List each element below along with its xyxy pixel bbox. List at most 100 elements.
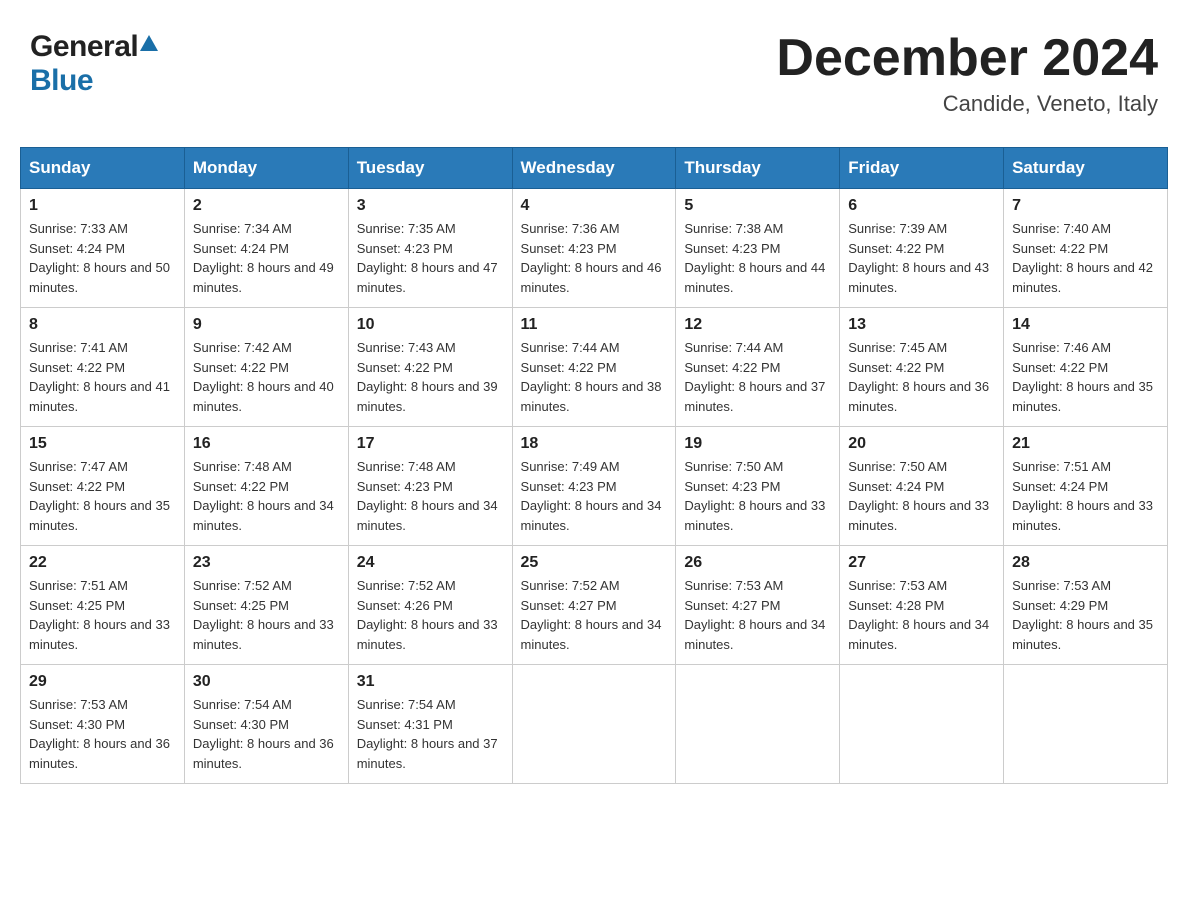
day-info: Sunrise: 7:51 AM Sunset: 4:24 PM Dayligh… [1012, 457, 1159, 535]
daylight-label: Daylight: 8 hours and 41 minutes. [29, 379, 170, 414]
calendar-day-cell: 8 Sunrise: 7:41 AM Sunset: 4:22 PM Dayli… [21, 308, 185, 427]
day-info: Sunrise: 7:52 AM Sunset: 4:25 PM Dayligh… [193, 576, 340, 654]
calendar-table: SundayMondayTuesdayWednesdayThursdayFrid… [20, 147, 1168, 784]
page-header: General Blue December 2024 Candide, Vene… [20, 20, 1168, 127]
calendar-day-cell: 5 Sunrise: 7:38 AM Sunset: 4:23 PM Dayli… [676, 189, 840, 308]
sunrise-label: Sunrise: 7:51 AM [1012, 459, 1111, 474]
daylight-label: Daylight: 8 hours and 35 minutes. [1012, 617, 1153, 652]
sunrise-label: Sunrise: 7:48 AM [193, 459, 292, 474]
daylight-label: Daylight: 8 hours and 35 minutes. [1012, 379, 1153, 414]
calendar-day-cell: 4 Sunrise: 7:36 AM Sunset: 4:23 PM Dayli… [512, 189, 676, 308]
day-info: Sunrise: 7:53 AM Sunset: 4:27 PM Dayligh… [684, 576, 831, 654]
sunset-label: Sunset: 4:22 PM [848, 241, 944, 256]
sunrise-label: Sunrise: 7:47 AM [29, 459, 128, 474]
day-number: 10 [357, 316, 504, 334]
sunrise-label: Sunrise: 7:42 AM [193, 340, 292, 355]
sunrise-label: Sunrise: 7:39 AM [848, 221, 947, 236]
calendar-day-cell: 2 Sunrise: 7:34 AM Sunset: 4:24 PM Dayli… [184, 189, 348, 308]
sunset-label: Sunset: 4:22 PM [29, 360, 125, 375]
day-info: Sunrise: 7:41 AM Sunset: 4:22 PM Dayligh… [29, 338, 176, 416]
calendar-day-cell: 21 Sunrise: 7:51 AM Sunset: 4:24 PM Dayl… [1004, 427, 1168, 546]
calendar-day-cell: 11 Sunrise: 7:44 AM Sunset: 4:22 PM Dayl… [512, 308, 676, 427]
calendar-day-cell: 29 Sunrise: 7:53 AM Sunset: 4:30 PM Dayl… [21, 665, 185, 784]
calendar-body: 1 Sunrise: 7:33 AM Sunset: 4:24 PM Dayli… [21, 189, 1168, 784]
page-title: December 2024 [776, 30, 1158, 87]
day-number: 29 [29, 673, 176, 691]
daylight-label: Daylight: 8 hours and 47 minutes. [357, 260, 498, 295]
daylight-label: Daylight: 8 hours and 34 minutes. [521, 498, 662, 533]
sunset-label: Sunset: 4:22 PM [684, 360, 780, 375]
day-number: 9 [193, 316, 340, 334]
day-info: Sunrise: 7:54 AM Sunset: 4:31 PM Dayligh… [357, 695, 504, 773]
day-number: 15 [29, 435, 176, 453]
day-info: Sunrise: 7:44 AM Sunset: 4:22 PM Dayligh… [521, 338, 668, 416]
calendar-day-cell [840, 665, 1004, 784]
day-info: Sunrise: 7:51 AM Sunset: 4:25 PM Dayligh… [29, 576, 176, 654]
sunrise-label: Sunrise: 7:50 AM [848, 459, 947, 474]
calendar-day-cell: 10 Sunrise: 7:43 AM Sunset: 4:22 PM Dayl… [348, 308, 512, 427]
daylight-label: Daylight: 8 hours and 33 minutes. [1012, 498, 1153, 533]
daylight-label: Daylight: 8 hours and 34 minutes. [357, 498, 498, 533]
day-number: 7 [1012, 197, 1159, 215]
daylight-label: Daylight: 8 hours and 49 minutes. [193, 260, 334, 295]
logo-triangle-icon [140, 33, 158, 56]
sunset-label: Sunset: 4:22 PM [1012, 360, 1108, 375]
daylight-label: Daylight: 8 hours and 34 minutes. [521, 617, 662, 652]
day-of-week-header: Sunday [21, 148, 185, 189]
daylight-label: Daylight: 8 hours and 43 minutes. [848, 260, 989, 295]
day-info: Sunrise: 7:49 AM Sunset: 4:23 PM Dayligh… [521, 457, 668, 535]
calendar-day-cell: 9 Sunrise: 7:42 AM Sunset: 4:22 PM Dayli… [184, 308, 348, 427]
day-number: 14 [1012, 316, 1159, 334]
daylight-label: Daylight: 8 hours and 34 minutes. [848, 617, 989, 652]
calendar-day-cell [512, 665, 676, 784]
day-number: 27 [848, 554, 995, 572]
daylight-label: Daylight: 8 hours and 33 minutes. [193, 617, 334, 652]
daylight-label: Daylight: 8 hours and 50 minutes. [29, 260, 170, 295]
sunset-label: Sunset: 4:23 PM [521, 241, 617, 256]
day-number: 20 [848, 435, 995, 453]
daylight-label: Daylight: 8 hours and 40 minutes. [193, 379, 334, 414]
day-of-week-header: Friday [840, 148, 1004, 189]
day-of-week-header: Thursday [676, 148, 840, 189]
day-info: Sunrise: 7:52 AM Sunset: 4:26 PM Dayligh… [357, 576, 504, 654]
sunset-label: Sunset: 4:22 PM [848, 360, 944, 375]
day-number: 6 [848, 197, 995, 215]
day-number: 30 [193, 673, 340, 691]
sunset-label: Sunset: 4:22 PM [1012, 241, 1108, 256]
calendar-day-cell: 27 Sunrise: 7:53 AM Sunset: 4:28 PM Dayl… [840, 546, 1004, 665]
day-number: 22 [29, 554, 176, 572]
daylight-label: Daylight: 8 hours and 37 minutes. [357, 736, 498, 771]
sunrise-label: Sunrise: 7:41 AM [29, 340, 128, 355]
day-number: 3 [357, 197, 504, 215]
calendar-day-cell: 20 Sunrise: 7:50 AM Sunset: 4:24 PM Dayl… [840, 427, 1004, 546]
sunset-label: Sunset: 4:24 PM [1012, 479, 1108, 494]
day-info: Sunrise: 7:44 AM Sunset: 4:22 PM Dayligh… [684, 338, 831, 416]
sunset-label: Sunset: 4:30 PM [193, 717, 289, 732]
day-number: 16 [193, 435, 340, 453]
daylight-label: Daylight: 8 hours and 36 minutes. [29, 736, 170, 771]
day-of-week-header: Monday [184, 148, 348, 189]
sunset-label: Sunset: 4:22 PM [357, 360, 453, 375]
daylight-label: Daylight: 8 hours and 33 minutes. [684, 498, 825, 533]
sunset-label: Sunset: 4:22 PM [193, 360, 289, 375]
sunrise-label: Sunrise: 7:43 AM [357, 340, 456, 355]
calendar-day-cell: 26 Sunrise: 7:53 AM Sunset: 4:27 PM Dayl… [676, 546, 840, 665]
day-info: Sunrise: 7:50 AM Sunset: 4:23 PM Dayligh… [684, 457, 831, 535]
sunrise-label: Sunrise: 7:36 AM [521, 221, 620, 236]
page-subtitle: Candide, Veneto, Italy [776, 91, 1158, 117]
sunset-label: Sunset: 4:26 PM [357, 598, 453, 613]
daylight-label: Daylight: 8 hours and 37 minutes. [684, 379, 825, 414]
daylight-label: Daylight: 8 hours and 44 minutes. [684, 260, 825, 295]
day-number: 11 [521, 316, 668, 334]
sunrise-label: Sunrise: 7:44 AM [684, 340, 783, 355]
calendar-header: SundayMondayTuesdayWednesdayThursdayFrid… [21, 148, 1168, 189]
daylight-label: Daylight: 8 hours and 38 minutes. [521, 379, 662, 414]
day-info: Sunrise: 7:43 AM Sunset: 4:22 PM Dayligh… [357, 338, 504, 416]
sunset-label: Sunset: 4:24 PM [29, 241, 125, 256]
sunset-label: Sunset: 4:23 PM [684, 479, 780, 494]
sunset-label: Sunset: 4:29 PM [1012, 598, 1108, 613]
sunrise-label: Sunrise: 7:54 AM [357, 697, 456, 712]
day-number: 26 [684, 554, 831, 572]
day-info: Sunrise: 7:46 AM Sunset: 4:22 PM Dayligh… [1012, 338, 1159, 416]
sunset-label: Sunset: 4:25 PM [29, 598, 125, 613]
